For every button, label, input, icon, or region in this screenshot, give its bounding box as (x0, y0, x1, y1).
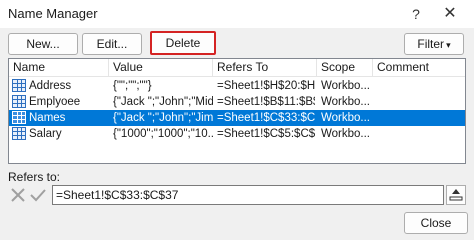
row-comment (377, 94, 465, 110)
row-name: Emplyoee (29, 96, 81, 108)
row-name: Salary (29, 128, 62, 140)
row-scope: Workbo... (321, 128, 370, 140)
collapse-dialog-icon[interactable] (446, 185, 466, 205)
close-icon[interactable]: ✕ (436, 2, 464, 26)
delete-button[interactable]: Delete (150, 31, 216, 55)
list-header: Name Value Refers To Scope Comment (9, 59, 465, 77)
row-refers-to: =Sheet1!$C$5:$C$9 (217, 128, 315, 140)
edit-button[interactable]: Edit... (82, 33, 142, 55)
row-scope: Workbo... (321, 96, 370, 108)
delete-button-label: Delete (165, 36, 201, 50)
column-header-comment[interactable]: Comment (373, 59, 465, 77)
chevron-down-icon: ▾ (446, 40, 451, 50)
cancel-edit-icon[interactable] (8, 186, 28, 204)
row-refers-to: =Sheet1!$C$33:$C$... (217, 112, 315, 124)
window-title: Name Manager (8, 6, 98, 21)
row-value: {"1000";"1000";"10... (113, 128, 213, 140)
column-header-scope[interactable]: Scope (317, 59, 373, 77)
refers-to-label: Refers to: (8, 170, 61, 184)
row-scope: Workbo... (321, 80, 370, 92)
close-button[interactable]: Close (404, 212, 468, 234)
row-scope: Workbo... (321, 112, 370, 124)
row-value: {"Jack ";"John";"Mid... (113, 96, 213, 108)
refers-to-input[interactable] (52, 185, 444, 205)
close-button-label: Close (420, 216, 452, 230)
column-header-value[interactable]: Value (109, 59, 213, 77)
row-comment (377, 110, 465, 126)
row-value: {"";"";""} (113, 80, 152, 92)
help-icon[interactable]: ? (404, 2, 428, 26)
named-range-icon (12, 111, 26, 124)
list-item[interactable]: Names {"Jack ";"John";"Jim"... =Sheet1!$… (9, 110, 465, 126)
list-item[interactable]: Address {"";"";""} =Sheet1!$H$20:$H... W… (9, 78, 465, 94)
column-header-refers-to[interactable]: Refers To (213, 59, 317, 77)
new-button-label: New... (26, 37, 60, 51)
named-range-icon (12, 79, 26, 92)
names-list[interactable]: Name Value Refers To Scope Comment Addre… (8, 58, 466, 164)
title-bar: Name Manager ? ✕ (0, 0, 474, 28)
filter-button-label: Filter (417, 37, 445, 51)
row-name: Address (29, 80, 72, 92)
edit-button-label: Edit... (96, 37, 128, 51)
column-header-name[interactable]: Name (9, 59, 109, 77)
filter-button[interactable]: Filter ▾ (404, 33, 464, 55)
row-value: {"Jack ";"John";"Jim"... (113, 112, 213, 124)
row-comment (377, 126, 465, 142)
named-range-icon (12, 95, 26, 108)
row-refers-to: =Sheet1!$B$11:$B$... (217, 96, 315, 108)
list-item[interactable]: Salary {"1000";"1000";"10... =Sheet1!$C$… (9, 126, 465, 142)
row-comment (377, 78, 465, 94)
list-item[interactable]: Emplyoee {"Jack ";"John";"Mid... =Sheet1… (9, 94, 465, 110)
confirm-edit-icon[interactable] (28, 186, 48, 204)
named-range-icon (12, 127, 26, 140)
row-name: Names (29, 112, 66, 124)
row-refers-to: =Sheet1!$H$20:$H... (217, 80, 315, 92)
new-button[interactable]: New... (8, 33, 78, 55)
